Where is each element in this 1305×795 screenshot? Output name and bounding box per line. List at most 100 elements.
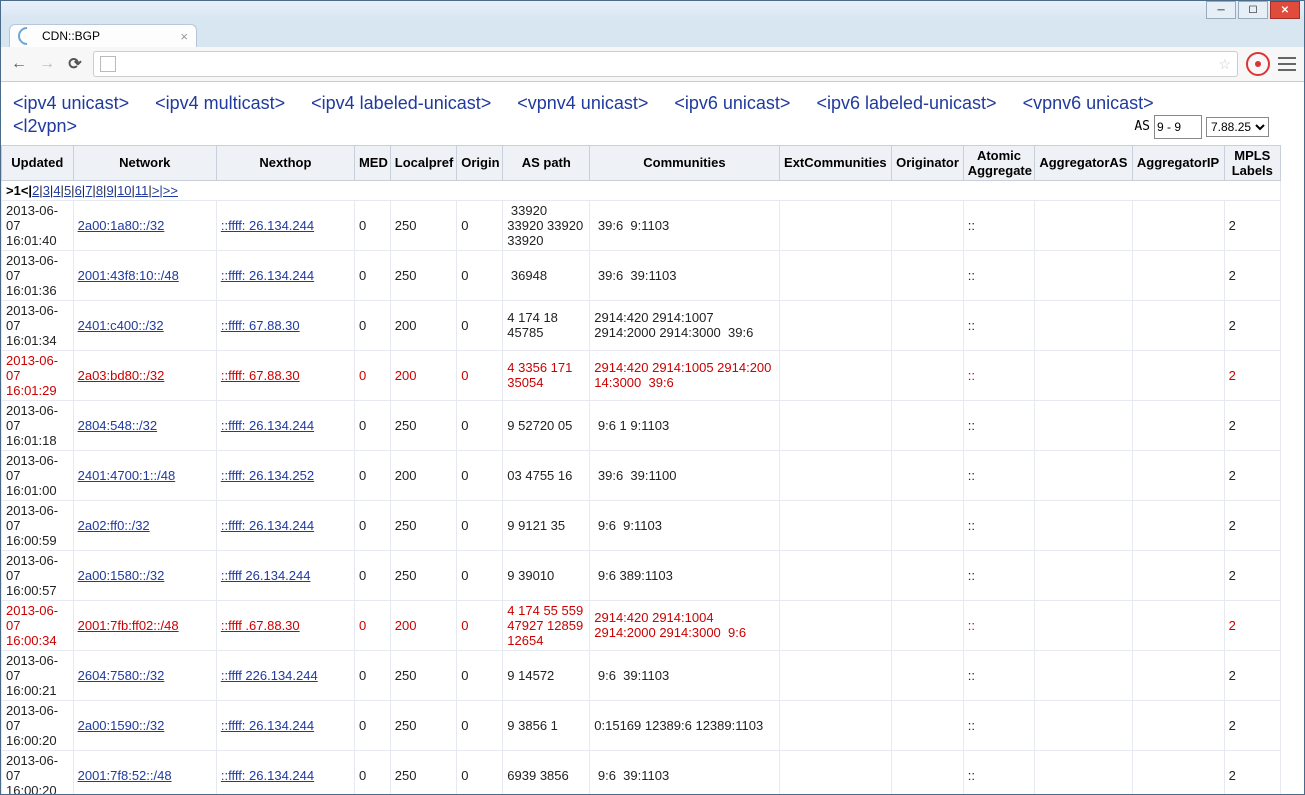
reload-button[interactable]: ⟳ xyxy=(65,54,85,74)
cell-nexthop[interactable]: ::ffff​ .67.88.30 xyxy=(216,600,354,650)
pager[interactable]: >1<|2|3|4|5|6|7|8|9|10|11|>|>> xyxy=(2,180,1281,200)
cell-med: 0 xyxy=(354,400,390,450)
cell-network[interactable]: 2a00:1590::/32 xyxy=(73,700,216,750)
cell-network[interactable]: 2001:43f8:10::/48 xyxy=(73,250,216,300)
cell-atomic: :: xyxy=(963,550,1035,600)
cell-nexthop[interactable]: ::ffff:​ 26.134.244 xyxy=(216,750,354,794)
column-header[interactable]: Updated xyxy=(2,145,74,180)
cell-nexthop[interactable]: ::ffff:​ 26.134.244 xyxy=(216,700,354,750)
cell-network[interactable]: 2a00:1a80::/32 xyxy=(73,200,216,250)
as-label: AS xyxy=(1134,119,1150,134)
column-header[interactable]: Localpref xyxy=(390,145,457,180)
column-header[interactable]: Network xyxy=(73,145,216,180)
afi-link[interactable]: <ipv6 labeled-unicast> xyxy=(816,92,996,115)
cell-network[interactable]: 2a03:bd80::/32 xyxy=(73,350,216,400)
afi-link[interactable]: <ipv4 labeled-unicast> xyxy=(311,92,491,115)
cell-nexthop[interactable]: ::ffff:​ ​26.134.244 xyxy=(216,200,354,250)
cell-network[interactable]: 2804:548::/32 xyxy=(73,400,216,450)
pager-page[interactable]: 11 xyxy=(135,183,149,198)
pager-page[interactable]: 7 xyxy=(85,183,92,198)
cell-mpls: 2 xyxy=(1224,250,1280,300)
pager-page[interactable]: 4 xyxy=(53,183,60,198)
tab-close-icon[interactable]: × xyxy=(180,29,188,44)
column-header[interactable]: Communities xyxy=(590,145,779,180)
extension-adblock-icon[interactable] xyxy=(1246,52,1270,76)
window-close-button[interactable]: ✕ xyxy=(1270,1,1300,19)
cell-atomic: :: xyxy=(963,350,1035,400)
cell-nexthop[interactable]: ::ffff:​ 26.134.252 xyxy=(216,450,354,500)
pager-page[interactable]: 6 xyxy=(75,183,82,198)
cell-nexthop[interactable]: ::ffff:​ 67.88.30 xyxy=(216,300,354,350)
cell-updated: 2013-06-07 16:01:40 xyxy=(2,200,74,250)
cell-nexthop[interactable]: ::ffff​ 26.134.244 xyxy=(216,550,354,600)
pager-page[interactable]: 3 xyxy=(43,183,50,198)
pager-page[interactable]: 8 xyxy=(96,183,103,198)
column-header[interactable]: AS path xyxy=(503,145,590,180)
pager-page[interactable]: 10 xyxy=(117,183,131,198)
cell-nexthop[interactable]: ::ffff​ 226.134.244 xyxy=(216,650,354,700)
cell-nexthop[interactable]: ::ffff:​ 26.134.244 xyxy=(216,250,354,300)
cell-localpref: 250 xyxy=(390,400,457,450)
cell-extcommunities xyxy=(779,500,892,550)
table-row: 2013-06-07 16:01:402a00:1a80::/32::ffff:… xyxy=(2,200,1281,250)
pager-page[interactable]: 2 xyxy=(32,183,39,198)
pager-page[interactable]: 9 xyxy=(106,183,113,198)
cell-localpref: 250 xyxy=(390,550,457,600)
cell-atomic: :: xyxy=(963,600,1035,650)
chrome-menu-icon[interactable] xyxy=(1278,57,1296,71)
cell-mpls: 2 xyxy=(1224,500,1280,550)
afi-link[interactable]: <vpnv6 unicast> xyxy=(1023,92,1154,115)
cell-extcommunities xyxy=(779,300,892,350)
pager-page[interactable]: 5 xyxy=(64,183,71,198)
as-filter-input[interactable] xyxy=(1154,115,1202,139)
cell-network[interactable]: 2a00:1580::/32 xyxy=(73,550,216,600)
column-header[interactable]: MPLS Labels xyxy=(1224,145,1280,180)
cell-updated: 2013-06-07 16:01:36 xyxy=(2,250,74,300)
cell-mpls: 2 xyxy=(1224,650,1280,700)
browser-window: ─ ☐ ✕ CDN::BGP × ← → ⟳ ☆ <ipv4 unicast><… xyxy=(0,0,1305,795)
pager-next[interactable]: >|>> xyxy=(152,183,178,198)
cell-nexthop[interactable]: ::ffff:​ 67.88.30 xyxy=(216,350,354,400)
page-icon xyxy=(100,56,116,72)
cell-network[interactable]: 2001:7fb:ff02::/48 xyxy=(73,600,216,650)
column-header[interactable]: Origin xyxy=(457,145,503,180)
column-header[interactable]: Originator xyxy=(892,145,964,180)
browser-tab[interactable]: CDN::BGP × xyxy=(9,24,197,47)
afi-link[interactable]: <ipv6 unicast> xyxy=(674,92,790,115)
cell-communities: ​ 9:6 1​ 9:1103 xyxy=(590,400,779,450)
window-minimize-button[interactable]: ─ xyxy=(1206,1,1236,19)
column-header[interactable]: ExtCommunities xyxy=(779,145,892,180)
address-bar[interactable]: ☆ xyxy=(93,51,1238,77)
cell-updated: 2013-06-07 16:00:21 xyxy=(2,650,74,700)
afi-link[interactable]: <vpnv4 unicast> xyxy=(517,92,648,115)
column-header[interactable]: MED xyxy=(354,145,390,180)
cell-aspath: ​ 33920 33920 33920 33920 xyxy=(503,200,590,250)
afi-link[interactable]: <l2vpn> xyxy=(13,115,77,138)
bookmark-star-icon[interactable]: ☆ xyxy=(1218,56,1231,73)
column-header[interactable]: Atomic Aggregate xyxy=(963,145,1035,180)
pager-row: >1<|2|3|4|5|6|7|8|9|10|11|>|>> xyxy=(2,180,1281,200)
cell-communities: 0:15169 12389:6 12389:1103 xyxy=(590,700,779,750)
back-button[interactable]: ← xyxy=(9,54,29,74)
page-viewport[interactable]: <ipv4 unicast> <ipv4 multicast> <ipv4 labe… xyxy=(1,82,1304,794)
column-header[interactable]: AggregatorAS xyxy=(1035,145,1132,180)
afi-link[interactable]: <ipv4 multicast> xyxy=(155,92,285,115)
column-header[interactable]: AggregatorIP xyxy=(1132,145,1224,180)
cell-network[interactable]: 2401:4700:1::/48 xyxy=(73,450,216,500)
peer-select[interactable]: 7.88.25 xyxy=(1206,117,1269,137)
cell-network[interactable]: 2401:c400::/32 xyxy=(73,300,216,350)
cell-aggip xyxy=(1132,250,1224,300)
cell-nexthop[interactable]: ::ffff:​ 26.134.244 xyxy=(216,500,354,550)
cell-communities: ​ 39:6 ​ 39:1103 xyxy=(590,250,779,300)
cell-network[interactable]: 2a02:ff0::/32 xyxy=(73,500,216,550)
cell-aspath: ​9 14572 xyxy=(503,650,590,700)
cell-nexthop[interactable]: ::ffff:​ 26.134.244 xyxy=(216,400,354,450)
forward-button[interactable]: → xyxy=(37,54,57,74)
cell-network[interactable]: 2604:7580::/32 xyxy=(73,650,216,700)
filter-controls: AS 7.88.25 xyxy=(1134,115,1269,139)
column-header[interactable]: Nexthop xyxy=(216,145,354,180)
window-maximize-button[interactable]: ☐ xyxy=(1238,1,1268,19)
cell-origin: 0 xyxy=(457,250,503,300)
cell-network[interactable]: 2001:7f8:52::/48 xyxy=(73,750,216,794)
afi-link[interactable]: <ipv4 unicast> xyxy=(13,92,129,115)
